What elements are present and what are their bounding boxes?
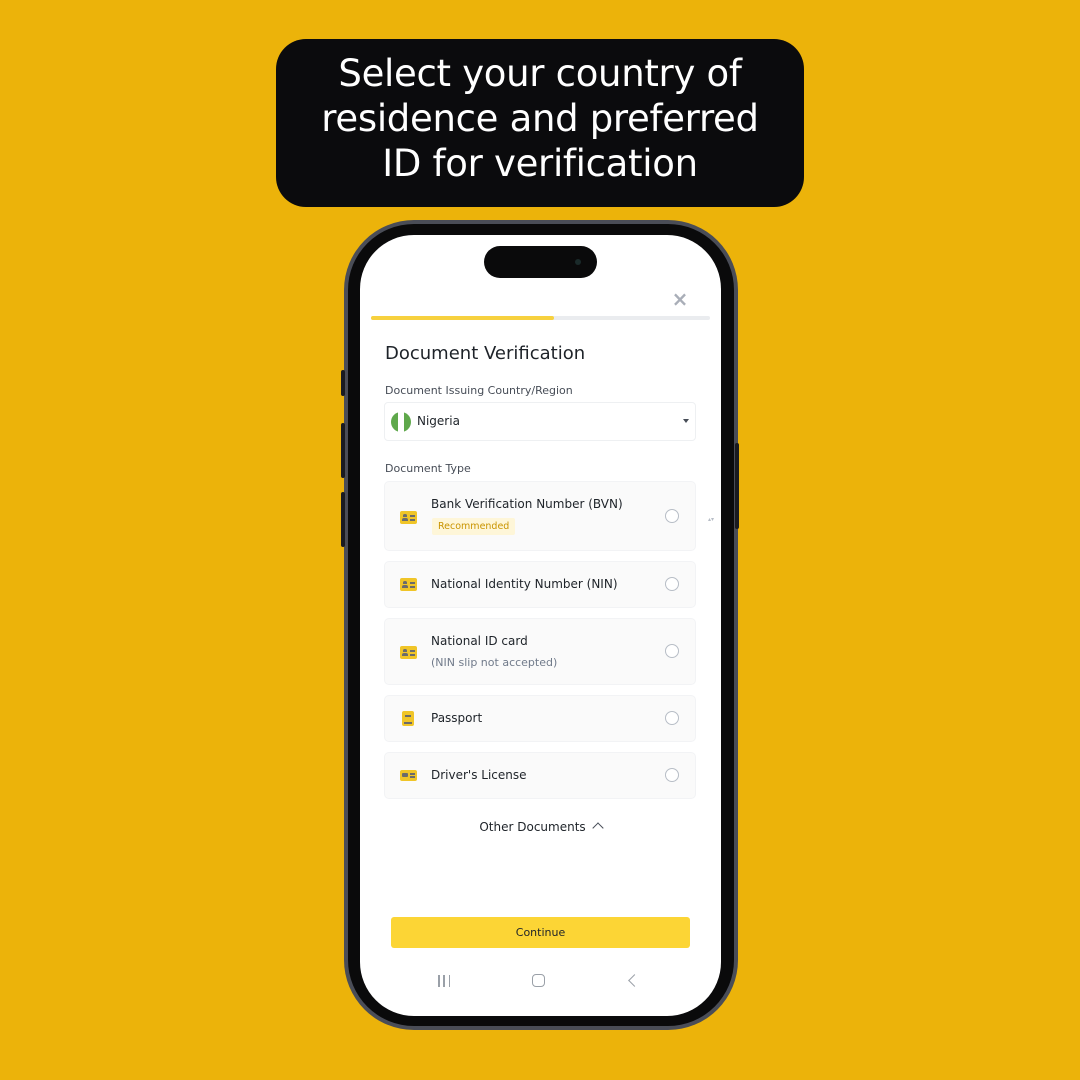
progress-bar bbox=[371, 316, 710, 320]
recommended-badge: Recommended bbox=[432, 518, 516, 535]
close-button[interactable]: × bbox=[671, 289, 689, 309]
passport-icon bbox=[402, 711, 414, 726]
country-select[interactable]: Nigeria bbox=[384, 402, 696, 441]
caption-line: Select your country of bbox=[338, 52, 742, 95]
document-option-nin[interactable]: National Identity Number (NIN) bbox=[384, 561, 696, 608]
other-documents-toggle[interactable]: Other Documents bbox=[360, 820, 721, 834]
chevron-up-icon bbox=[591, 822, 604, 834]
phone-volume-up-button bbox=[341, 423, 345, 478]
document-title: Driver's License bbox=[431, 768, 527, 782]
radio-button[interactable] bbox=[665, 644, 679, 658]
recent-apps-icon[interactable] bbox=[438, 975, 450, 987]
android-nav-bar bbox=[360, 971, 721, 991]
document-option-bvn[interactable]: Bank Verification Number (BVN) Recommend… bbox=[384, 481, 696, 551]
progress-fill bbox=[371, 316, 555, 320]
id-card-icon bbox=[400, 646, 417, 659]
other-documents-label: Other Documents bbox=[479, 820, 586, 834]
country-label: Document Issuing Country/Region bbox=[385, 384, 573, 397]
document-title: National ID card bbox=[431, 634, 528, 648]
document-title: National Identity Number (NIN) bbox=[431, 577, 618, 591]
phone-action-button bbox=[341, 370, 345, 396]
caption-line: ID for verification bbox=[382, 142, 698, 185]
document-title: Passport bbox=[431, 711, 483, 725]
continue-button[interactable]: Continue bbox=[391, 917, 690, 948]
document-option-national-id[interactable]: National ID card (NIN slip not accepted) bbox=[384, 618, 696, 685]
radio-button[interactable] bbox=[665, 711, 679, 725]
camera-icon bbox=[575, 259, 581, 265]
id-card-icon bbox=[400, 511, 417, 524]
home-icon[interactable] bbox=[532, 974, 545, 987]
phone-power-button bbox=[735, 443, 739, 529]
caret-down-icon bbox=[683, 419, 689, 423]
document-type-label: Document Type bbox=[385, 462, 471, 475]
nigeria-flag-icon bbox=[391, 412, 411, 432]
drivers-license-icon bbox=[400, 770, 417, 781]
radio-button[interactable] bbox=[665, 577, 679, 591]
caption-banner: Select your country of residence and pre… bbox=[276, 39, 804, 207]
document-option-drivers-license[interactable]: Driver's License bbox=[384, 752, 696, 799]
document-subtitle: (NIN slip not accepted) bbox=[431, 656, 558, 669]
radio-button[interactable] bbox=[665, 509, 679, 523]
back-icon[interactable] bbox=[628, 974, 641, 987]
caption-line: residence and preferred bbox=[321, 97, 759, 140]
phone-screen: × Document Verification Document Issuing… bbox=[360, 235, 721, 1016]
phone-volume-down-button bbox=[341, 492, 345, 547]
radio-button[interactable] bbox=[665, 768, 679, 782]
page-title: Document Verification bbox=[385, 343, 586, 364]
country-value: Nigeria bbox=[417, 414, 460, 428]
id-card-icon bbox=[400, 578, 417, 591]
document-option-passport[interactable]: Passport bbox=[384, 695, 696, 742]
scroll-handle-icon[interactable]: ▴▾ bbox=[708, 517, 714, 529]
dynamic-island bbox=[484, 246, 597, 278]
document-title: Bank Verification Number (BVN) bbox=[431, 497, 623, 511]
